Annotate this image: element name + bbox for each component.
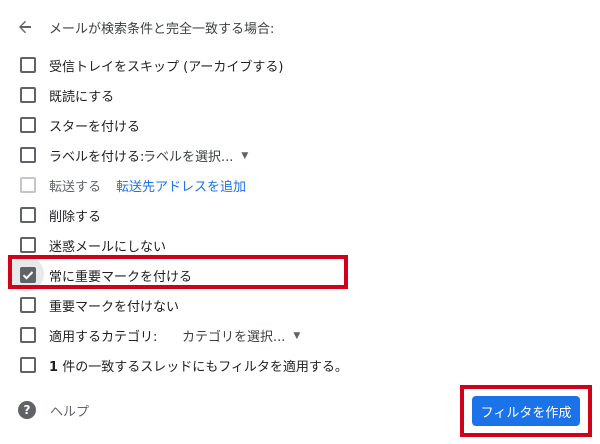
help-link[interactable]: ? ヘルプ — [18, 399, 89, 421]
create-button-highlight-frame: フィルタを作成 — [460, 385, 592, 437]
option-mark-read: 既読にする — [0, 80, 600, 110]
checkbox-delete[interactable] — [20, 207, 36, 223]
filter-header: メールが検索条件と完全一致する場合: — [0, 10, 600, 44]
option-star: スターを付ける — [0, 110, 600, 140]
matching-count: 1 — [49, 360, 59, 375]
checkbox-mark-read[interactable] — [20, 87, 36, 103]
category-select-value: カテゴリを選択... — [182, 330, 286, 345]
option-label: 適用するカテゴリ: — [49, 330, 158, 345]
option-always-important: 常に重要マークを付ける — [0, 256, 600, 292]
back-arrow-icon[interactable] — [14, 16, 36, 38]
option-label: 削除する — [49, 210, 102, 225]
option-label: スターを付ける — [49, 120, 141, 135]
option-apply-matching: 1 件の一致するスレッドにもフィルタを適用する。 — [0, 350, 600, 380]
checkbox-skip-inbox[interactable] — [20, 57, 36, 73]
checkbox-apply-matching[interactable] — [20, 357, 36, 373]
create-filter-button[interactable]: フィルタを作成 — [472, 396, 580, 426]
option-label: 受信トレイをスキップ (アーカイブする) — [49, 60, 284, 75]
option-never-important: 重要マークを付けない — [0, 290, 600, 320]
option-label: 常に重要マークを付ける — [49, 270, 193, 285]
option-label: ラベルを付ける: — [49, 150, 145, 165]
help-label: ヘルプ — [50, 404, 90, 420]
label-select-value: ラベルを選択... — [143, 150, 234, 165]
option-forward: 転送する 転送先アドレスを追加 — [0, 170, 600, 200]
label-select[interactable]: ラベルを選択... ▼ — [143, 146, 248, 165]
option-label: 既読にする — [49, 90, 115, 105]
header-title: メールが検索条件と完全一致する場合: — [49, 22, 275, 37]
option-label: 転送する — [49, 180, 102, 195]
option-never-spam: 迷惑メールにしない — [0, 230, 600, 260]
checkbox-always-important[interactable] — [20, 267, 36, 283]
checkmark-icon — [22, 271, 34, 280]
add-forwarding-address-link[interactable]: 転送先アドレスを追加 — [116, 176, 246, 195]
checkbox-star[interactable] — [20, 117, 36, 133]
dropdown-caret-icon: ▼ — [241, 150, 249, 161]
option-label: 重要マークを付けない — [49, 300, 180, 315]
checkbox-forward[interactable] — [20, 177, 36, 193]
matching-text: 件の一致するスレッドにもフィルタを適用する。 — [62, 360, 348, 375]
option-skip-inbox: 受信トレイをスキップ (アーカイブする) — [0, 50, 600, 80]
help-icon: ? — [18, 401, 36, 419]
option-category: 適用するカテゴリ: カテゴリを選択... ▼ — [0, 320, 600, 350]
option-delete: 削除する — [0, 200, 600, 230]
option-apply-label: ラベルを付ける: ラベルを選択... ▼ — [0, 140, 600, 170]
checkbox-apply-label[interactable] — [20, 147, 36, 163]
checkbox-category[interactable] — [20, 327, 36, 343]
option-label: 1 件の一致するスレッドにもフィルタを適用する。 — [49, 356, 348, 375]
checkbox-never-spam[interactable] — [20, 237, 36, 253]
checkbox-never-important[interactable] — [20, 297, 36, 313]
dropdown-caret-icon: ▼ — [293, 330, 301, 341]
option-label: 迷惑メールにしない — [49, 240, 167, 255]
category-select[interactable]: カテゴリを選択... ▼ — [182, 326, 300, 345]
